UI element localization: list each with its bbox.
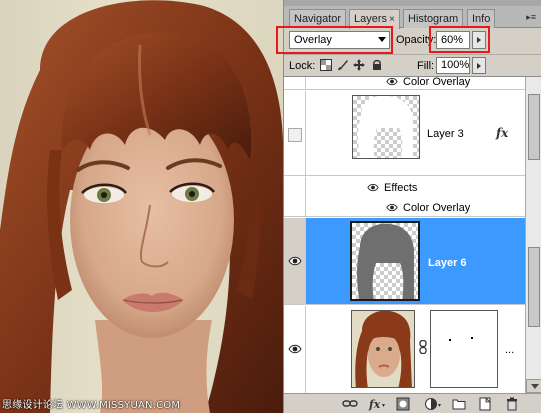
scroll-down-button[interactable] [526, 379, 541, 393]
link-layers-icon[interactable] [342, 397, 358, 411]
scroll-thumb-top[interactable] [528, 94, 540, 160]
opacity-input[interactable]: 60% [436, 31, 470, 49]
fill-slider-button[interactable] [472, 57, 486, 74]
hair-shape-thumbnail [358, 96, 413, 158]
visibility-column [284, 306, 306, 393]
layer-mask-thumbnail[interactable] [430, 310, 498, 388]
visibility-column [284, 77, 306, 89]
opacity-slider-button[interactable] [472, 31, 486, 49]
chevron-down-icon [378, 37, 386, 42]
blend-mode-select[interactable]: Overlay [289, 31, 390, 49]
tab-info-label: Info [472, 13, 491, 25]
tab-layers[interactable]: Layers × [349, 9, 400, 29]
layer-row-layer6[interactable]: Layer 6 [284, 218, 525, 305]
effect-label: Color Overlay [403, 202, 471, 214]
tab-navigator-label: Navigator [294, 13, 342, 25]
opacity-label: Opacity: [396, 34, 437, 46]
effects-label: Effects [384, 182, 418, 194]
watermark-text: 思缘设计论坛 WWW.MISSYUAN.COM [2, 400, 181, 411]
visibility-column [284, 197, 306, 216]
link-icon[interactable] [419, 340, 427, 354]
layers-list: Color Overlay Layer 3 fx Effects Color O… [284, 76, 541, 393]
tab-histogram-label: Histogram [408, 13, 459, 25]
layer6-name[interactable]: Layer 6 [428, 257, 467, 269]
layers-bottom-toolbar: fx [284, 393, 541, 413]
screenshot-root: 思缘设计论坛 WWW.MISSYUAN.COM Navigator Layers… [0, 0, 541, 413]
lock-fill-row: Lock: Fill: 100% [284, 54, 541, 76]
more-icon[interactable]: ... [505, 344, 514, 356]
portrait-image [0, 0, 283, 413]
folder-icon[interactable] [452, 397, 466, 411]
layers-scrollbar[interactable] [525, 77, 541, 393]
effect-row-color-overlay-top[interactable]: Color Overlay [284, 76, 525, 90]
hair-shape-thumbnail [357, 223, 414, 299]
visibility-column [284, 91, 306, 175]
move-icon[interactable] [353, 59, 365, 71]
fill-input[interactable]: 100% [436, 57, 470, 74]
new-layer-icon[interactable] [478, 397, 492, 411]
visibility-toggle-empty[interactable] [288, 128, 302, 142]
layer-row-photo[interactable]: ... [284, 306, 525, 393]
scroll-thumb[interactable] [528, 247, 540, 327]
eye-icon[interactable] [288, 344, 302, 354]
eye-icon[interactable] [386, 203, 398, 212]
lock-label: Lock: [289, 60, 316, 72]
document-canvas-photo[interactable]: 思缘设计论坛 WWW.MISSYUAN.COM [0, 0, 283, 413]
photo-layer-thumbnail [351, 310, 415, 388]
portrait-thumbnail [352, 311, 414, 387]
layer3-thumbnail [352, 95, 420, 159]
mask-icon[interactable] [396, 397, 410, 411]
trash-icon[interactable] [505, 397, 519, 411]
fx-icon[interactable]: fx [368, 397, 386, 411]
svg-text:fx: fx [368, 398, 381, 411]
tab-navigator[interactable]: Navigator [289, 9, 347, 28]
layer-row-layer3[interactable]: Layer 3 fx [284, 91, 525, 176]
mask-dot [471, 337, 473, 339]
eye-icon[interactable] [367, 183, 379, 192]
tab-info[interactable]: Info [467, 9, 496, 28]
panel-menu-icon[interactable]: ▸≡ [526, 12, 536, 23]
fill-label: Fill: [417, 60, 435, 72]
brush-icon[interactable] [337, 59, 349, 71]
tab-histogram[interactable]: Histogram [403, 9, 464, 28]
fx-icon[interactable]: fx [496, 126, 508, 140]
blend-mode-value: Overlay [294, 34, 332, 46]
mask-dot [449, 339, 451, 341]
layer6-thumbnail [350, 221, 420, 301]
lock-icon[interactable] [371, 59, 383, 71]
eye-icon[interactable] [288, 256, 302, 266]
effects-row[interactable]: Effects [284, 177, 525, 197]
effect-row-color-overlay[interactable]: Color Overlay [284, 197, 525, 217]
visibility-column [284, 177, 306, 197]
layer3-name[interactable]: Layer 3 [427, 128, 464, 140]
eye-icon[interactable] [386, 77, 398, 86]
transparent-pixels-icon[interactable] [320, 59, 332, 71]
close-icon[interactable]: × [389, 14, 395, 25]
effect-label: Color Overlay [403, 76, 471, 88]
tab-layers-label: Layers [354, 13, 388, 25]
layers-panel: Navigator Layers × Histogram Info ▸≡ Over… [283, 0, 541, 413]
panel-tabs: Navigator Layers × Histogram Info ▸≡ [284, 6, 541, 29]
visibility-column [284, 218, 306, 304]
adjustment-icon[interactable] [424, 397, 442, 411]
blend-opacity-row: Overlay Opacity: 60% [284, 28, 541, 54]
